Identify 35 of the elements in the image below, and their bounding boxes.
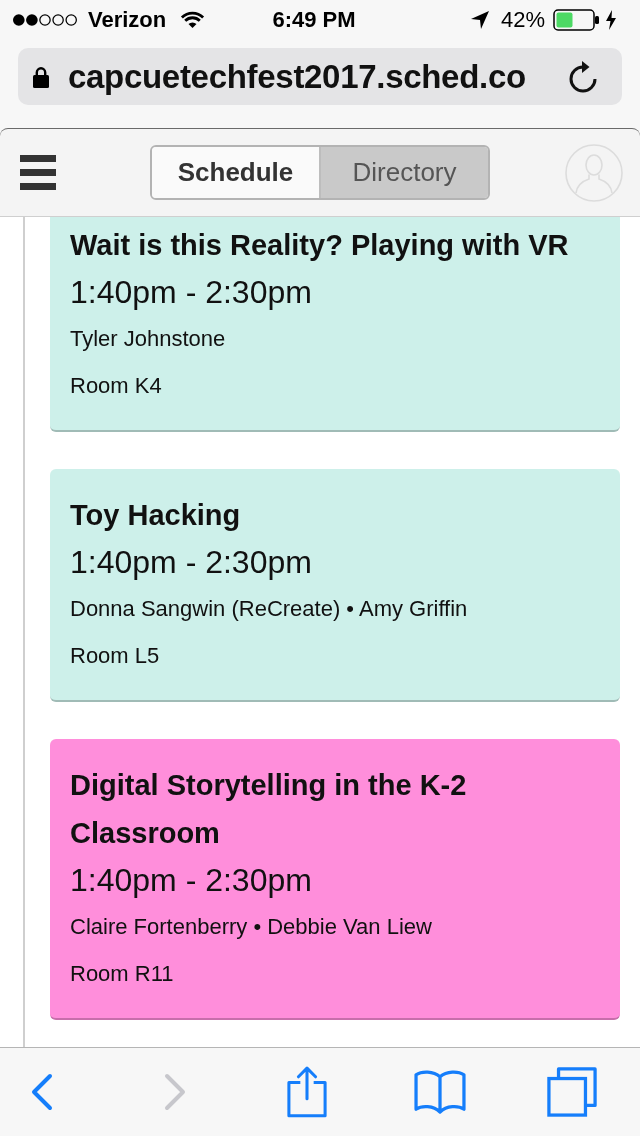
session-time: 1:40pm - 2:30pm (70, 543, 313, 582)
chevron-right-icon (163, 1073, 186, 1111)
status-time: 6:49 PM (272, 7, 356, 33)
wifi-icon (180, 11, 206, 29)
battery-icon (553, 9, 599, 31)
tabs-icon (547, 1067, 597, 1117)
session-speakers: Donna Sangwin (ReCreate) • Amy Griffin (70, 595, 469, 623)
location-arrow-icon (470, 11, 489, 29)
session-card[interactable]: Digital Storytelling in the K-2 Classroom 1:40pm - 2:30pm Claire Fortenberry • Debbie Van Liew Room R11 (50, 739, 620, 1020)
open-book-icon (413, 1069, 466, 1115)
menu-icon[interactable] (20, 155, 56, 190)
charging-bolt-icon (606, 10, 616, 30)
lock-icon (33, 65, 49, 88)
session-room: Room L5 (70, 642, 161, 670)
session-title: Digital Storytelling in the K-2 Classroom (70, 768, 468, 851)
url-text: capcuetechfest2017.sched.co (68, 57, 526, 96)
chevron-left-icon (31, 1073, 53, 1111)
segment-tab[interactable]: Directory (321, 147, 488, 198)
session-time: 1:40pm - 2:30pm (70, 861, 313, 900)
session-card[interactable]: Wait is this Reality? Playing with VR 1:40pm - 2:30pm Tyler Johnstone Room K4 (50, 217, 620, 432)
session-speakers: Tyler Johnstone (70, 325, 227, 353)
signal-strength-icon (12, 13, 78, 27)
session-title: Wait is this Reality? Playing with VR (70, 228, 570, 263)
carrier-name: Verizon (88, 7, 167, 33)
address-bar[interactable]: capcuetechfest2017.sched.co (18, 48, 622, 105)
session-card[interactable]: Toy Hacking 1:40pm - 2:30pm Donna Sangwin (ReCreate) • Amy Griffin Room L5 (50, 469, 620, 702)
session-title: Toy Hacking (70, 498, 242, 533)
reload-icon[interactable] (568, 60, 598, 93)
battery-percent: 42% (500, 7, 545, 33)
session-room: Room K4 (70, 372, 163, 400)
session-room: Room R11 (70, 960, 175, 988)
session-speakers: Claire Fortenberry • Debbie Van Liew (70, 913, 433, 941)
share-icon (287, 1066, 327, 1118)
session-time: 1:40pm - 2:30pm (70, 273, 313, 312)
segment-tab[interactable]: Schedule (152, 147, 321, 198)
